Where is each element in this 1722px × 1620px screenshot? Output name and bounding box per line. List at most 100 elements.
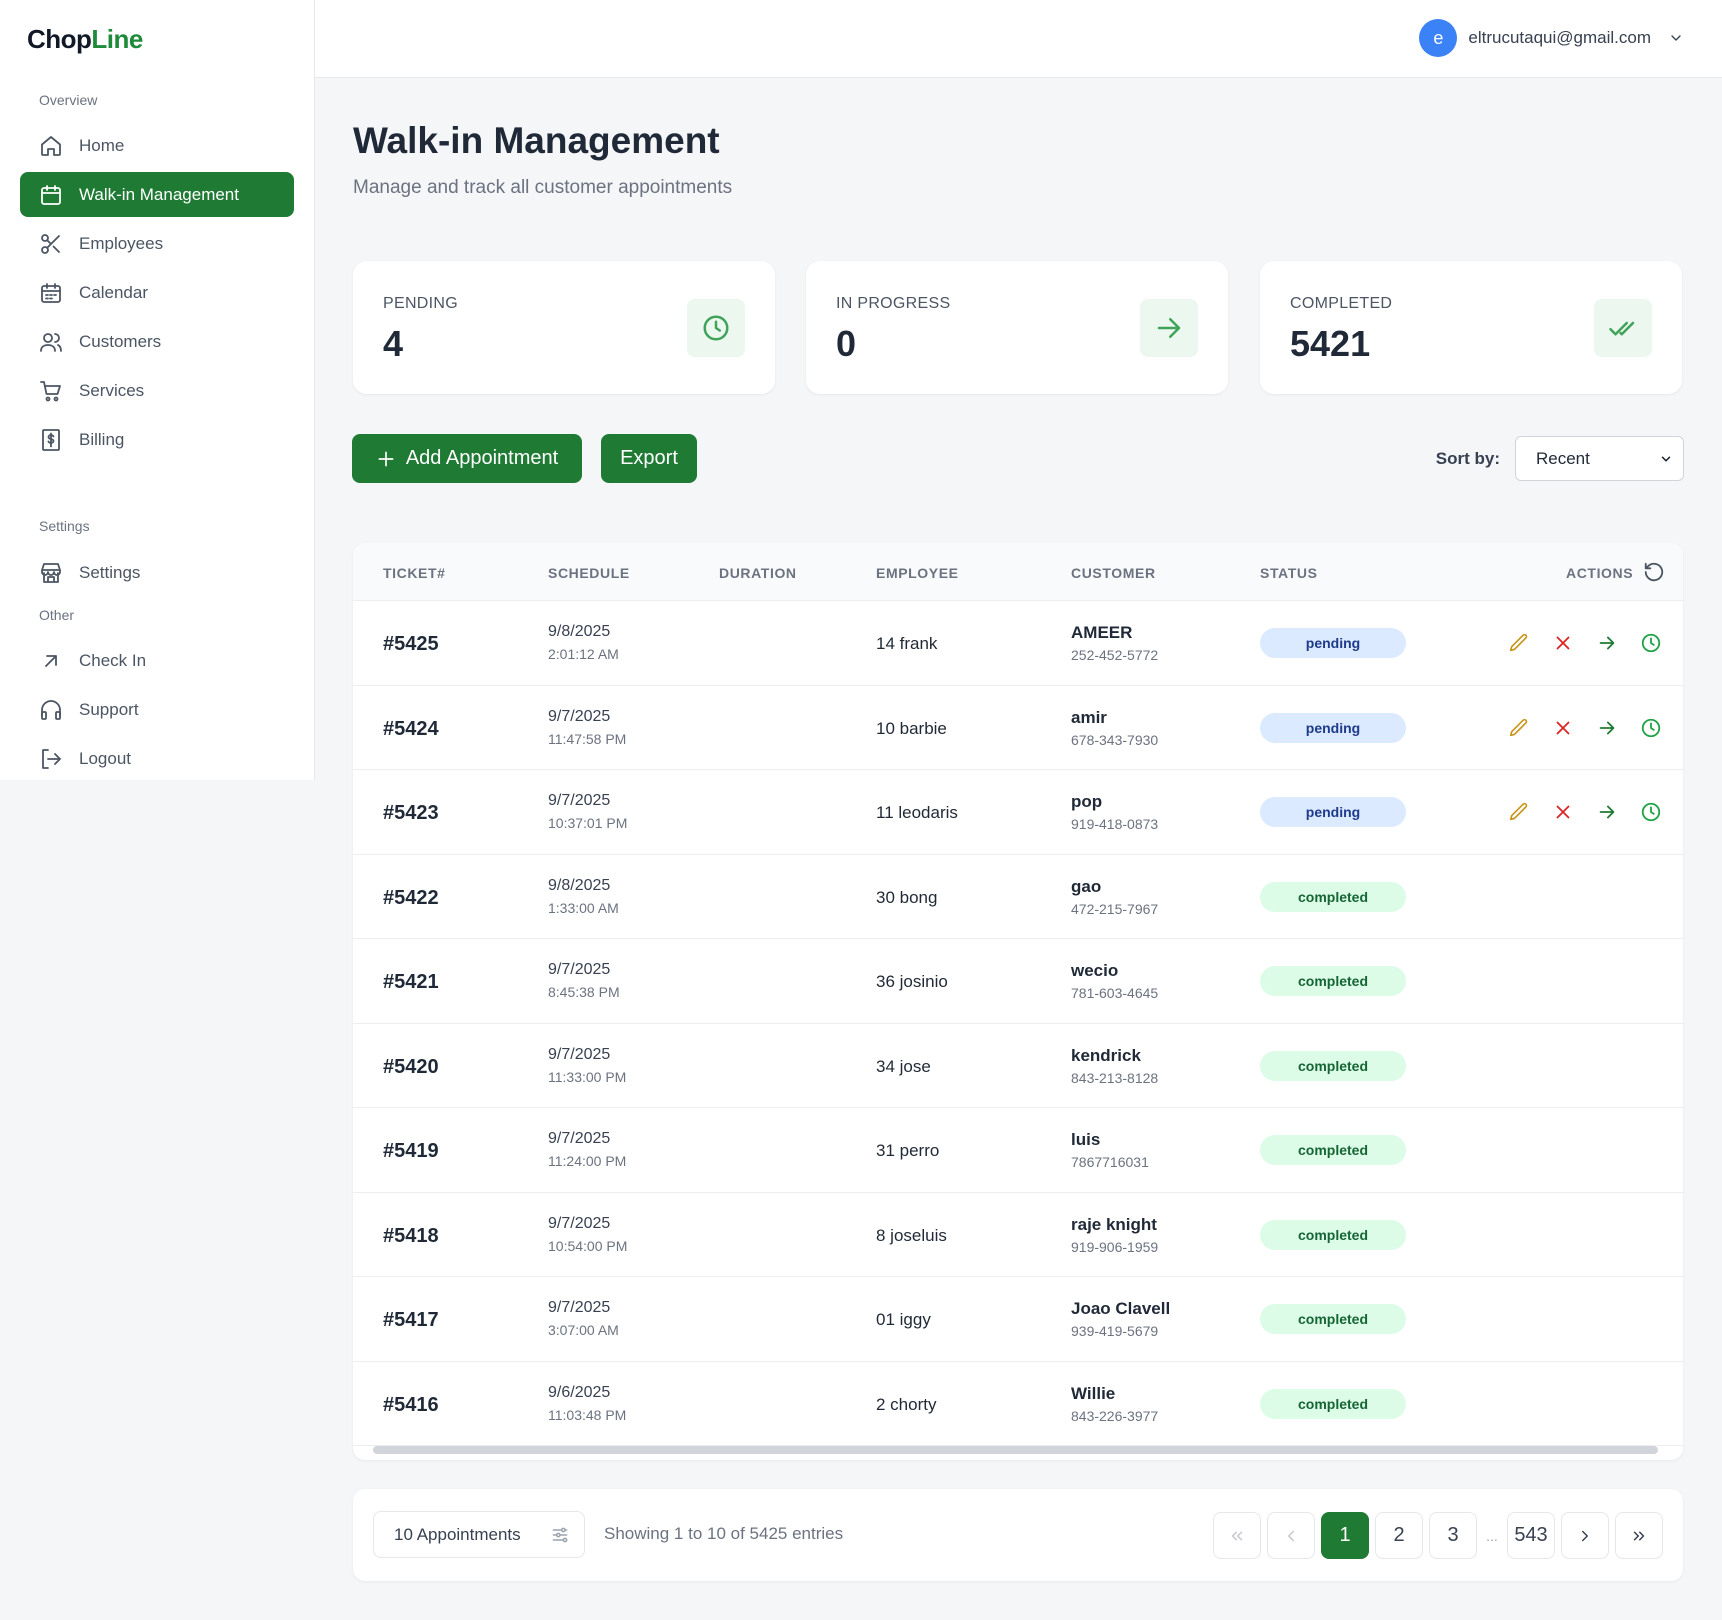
chevron-left-icon (1288, 1530, 1294, 1541)
prev-page-button[interactable] (1267, 1512, 1315, 1559)
sidebar-item-services[interactable]: Services (20, 368, 294, 413)
arrow-up-left-icon (45, 654, 57, 667)
schedule-date: 9/7/2025 (548, 1214, 611, 1232)
column-header-actions: ACTIONS (1566, 565, 1634, 581)
user-menu[interactable]: e eltrucutaqui@gmail.com (1419, 19, 1684, 57)
time-button[interactable] (1640, 632, 1662, 654)
last-page-button[interactable] (1615, 1512, 1663, 1559)
first-page-button[interactable] (1213, 1512, 1261, 1559)
sidebar-item-logout[interactable]: Logout (20, 736, 294, 781)
export-button[interactable]: Export (601, 434, 697, 483)
sidebar-item-employees[interactable]: Employees (20, 221, 294, 266)
table-row[interactable]: #5417 9/7/2025 3:07:00 AM 01 iggy Joao Clave… (353, 1277, 1683, 1362)
sidebar-item-label: Employees (79, 233, 164, 253)
add-appointment-button[interactable]: Add Appointment (352, 434, 582, 483)
sidebar-item-label: Logout (79, 748, 131, 768)
ticket-number: #5425 (383, 633, 439, 655)
column-header-status: STATUS (1260, 565, 1318, 581)
table-row[interactable]: #5423 9/7/2025 10:37:01 PM 11 leodaris pop 91… (353, 770, 1683, 855)
sidebar-item-customers[interactable]: Customers (20, 319, 294, 364)
calendar-icon (41, 184, 61, 205)
close-icon (1556, 805, 1570, 819)
sidebar-item-settings[interactable]: Settings (20, 550, 294, 595)
pencil-icon (1509, 718, 1528, 736)
horizontal-scrollbar[interactable] (373, 1446, 1658, 1454)
schedule-time: 10:37:01 PM (548, 815, 628, 831)
sidebar-item-support[interactable]: Support (20, 687, 294, 732)
clock-icon (1641, 718, 1661, 737)
employee-name: 31 perro (876, 1141, 940, 1160)
page-button-last[interactable]: 543 (1507, 1512, 1555, 1559)
start-button[interactable] (1596, 632, 1618, 654)
pencil-icon (1509, 633, 1528, 652)
stat-label: PENDING (383, 295, 458, 312)
status-badge: pending (1260, 712, 1406, 743)
edit-button[interactable] (1508, 717, 1530, 739)
customer-name: pop (1071, 792, 1103, 811)
brand-logo[interactable]: ChopLine (27, 24, 143, 55)
top-bar: e eltrucutaqui@gmail.com (315, 0, 1722, 78)
schedule-date: 9/6/2025 (548, 1383, 611, 1401)
time-button[interactable] (1640, 801, 1662, 823)
table-row[interactable]: #5418 9/7/2025 10:54:00 PM 8 joseluis raje k… (353, 1193, 1683, 1277)
schedule-date: 9/7/2025 (548, 707, 611, 725)
edit-button[interactable] (1508, 632, 1530, 654)
cart-icon (40, 380, 61, 401)
table-row[interactable]: #5425 9/8/2025 2:01:12 AM 14 frank AMEER 252-… (353, 601, 1683, 686)
sidebar-item-calendar[interactable]: Calendar (20, 270, 294, 315)
close-icon (1556, 721, 1570, 734)
sidebar-item-label: Customers (79, 331, 162, 351)
customer-name: Willie (1071, 1383, 1116, 1403)
page-size-select[interactable]: 10 Appointments (373, 1511, 585, 1558)
start-button[interactable] (1596, 717, 1618, 739)
next-page-button[interactable] (1561, 1512, 1609, 1559)
sidebar-item-home[interactable]: Home (20, 123, 294, 168)
stat-value: 5421 (1290, 323, 1371, 364)
status-badge: completed (1260, 1388, 1406, 1419)
cancel-button[interactable] (1552, 801, 1574, 823)
sidebar: ChopLine Overview Home Walk-in Managemen… (0, 0, 315, 780)
sidebar-item-label: Support (79, 699, 139, 719)
customer-name: gao (1071, 876, 1102, 896)
edit-button[interactable] (1508, 801, 1530, 823)
page-button-1[interactable]: 1 (1321, 1512, 1369, 1559)
sidebar-item-billing[interactable]: Billing (20, 417, 294, 462)
table-row[interactable]: #5424 9/7/2025 11:47:58 PM 10 barbie amir 678… (353, 686, 1683, 770)
employee-name: 01 iggy (876, 1310, 931, 1329)
stat-icon-box (687, 299, 745, 357)
table-row[interactable]: #5419 9/7/2025 11:24:00 PM 31 perro luis 7867… (353, 1108, 1683, 1193)
users-icon (40, 332, 62, 352)
employee-name: 34 jose (876, 1056, 931, 1076)
customer-name: kendrick (1071, 1045, 1141, 1065)
arrow-right-icon (1157, 318, 1181, 338)
customer-phone: 919-906-1959 (1071, 1238, 1159, 1255)
table-row[interactable]: #5421 9/7/2025 8:45:38 PM 36 josinio wecio 78… (353, 939, 1683, 1024)
sort-select[interactable]: Recent (1515, 436, 1684, 481)
arrow-right-icon (1599, 721, 1615, 734)
customer-name: raje knight (1071, 1214, 1157, 1234)
chevrons-right-icon (1633, 1531, 1645, 1540)
page-title: Walk-in Management (353, 120, 720, 161)
start-button[interactable] (1596, 801, 1618, 823)
refresh-icon[interactable] (1643, 561, 1665, 583)
schedule-time: 3:07:00 AM (548, 1322, 619, 1338)
clock-icon (703, 315, 729, 341)
sliders-icon (552, 1527, 568, 1543)
stat-label: IN PROGRESS (836, 295, 951, 312)
table-row[interactable]: #5420 9/7/2025 11:33:00 PM 34 jose kendrick 8… (353, 1024, 1683, 1108)
showing-entries-text: Showing 1 to 10 of 5425 entries (604, 1524, 844, 1543)
table-row[interactable]: #5422 9/8/2025 1:33:00 AM 30 bong gao 472-215… (353, 855, 1683, 939)
column-header-schedule: SCHEDULE (548, 565, 630, 581)
cancel-button[interactable] (1552, 717, 1574, 739)
cancel-button[interactable] (1552, 632, 1574, 654)
ticket-number: #5419 (383, 1140, 439, 1162)
table-row[interactable]: #5416 9/6/2025 11:03:48 PM 2 chorty Willie 84… (353, 1362, 1683, 1446)
ticket-number: #5424 (383, 717, 439, 740)
time-button[interactable] (1640, 717, 1662, 739)
sidebar-item-walk-in-management[interactable]: Walk-in Management (20, 172, 294, 217)
sidebar-item-check-in[interactable]: Check In (20, 638, 294, 683)
page-button-3[interactable]: 3 (1429, 1512, 1477, 1559)
schedule-date: 9/7/2025 (548, 1130, 611, 1147)
page-button-2[interactable]: 2 (1375, 1512, 1423, 1559)
chevrons-left-icon (1231, 1531, 1243, 1540)
